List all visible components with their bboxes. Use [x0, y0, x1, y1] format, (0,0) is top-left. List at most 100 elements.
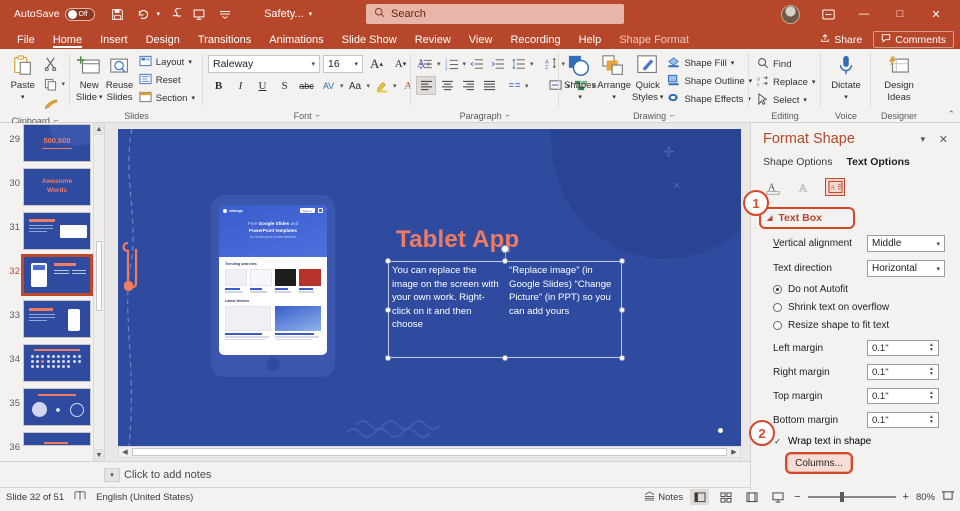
language-indicator[interactable]: English (United States) — [96, 492, 193, 503]
resize-handle-nw[interactable] — [385, 258, 391, 264]
shapes-button[interactable]: Shapes ▾ — [564, 51, 596, 103]
italic-button[interactable]: I — [230, 76, 251, 96]
font-size-caret[interactable]: ▾ — [354, 60, 358, 68]
collapse-ribbon-icon[interactable]: ⌃ — [947, 109, 955, 120]
zoom-in-button[interactable]: + — [903, 491, 909, 503]
thumbnail-item-29[interactable]: 29 500,000 — [0, 123, 104, 165]
reuse-slides-button[interactable]: Reuse Slides — [105, 51, 133, 103]
autofit-option-do-not-autofit[interactable]: Do not Autofit — [763, 284, 948, 295]
thumbnail-image-selected[interactable] — [21, 254, 93, 296]
slide-canvas[interactable]: ✛ ✕ slidesgo Sign in Free Google Slides … — [118, 129, 741, 455]
autosave-control[interactable]: AutoSave Off — [14, 7, 95, 21]
slideshow-icon[interactable] — [768, 489, 787, 505]
tab-shape-options[interactable]: Shape Options — [763, 156, 832, 168]
bullets-icon[interactable] — [416, 54, 436, 73]
text-direction-icon[interactable]: AZ — [541, 54, 561, 73]
tablet-image[interactable]: slidesgo Sign in Free Google Slides and — [211, 195, 335, 377]
text-effects-icon[interactable]: A — [794, 178, 814, 196]
spinner-icon[interactable]: ▲ ▼ — [929, 415, 934, 425]
thumbnail-image[interactable] — [23, 212, 91, 250]
paragraph-dialog-launcher[interactable]: ⌐ — [506, 109, 511, 123]
right-margin-input[interactable]: 0.1" ▲ ▼ — [867, 364, 939, 380]
close-button[interactable]: ✕ — [918, 0, 954, 28]
shapes-caret[interactable]: ▾ — [578, 92, 582, 103]
align-left-icon[interactable] — [416, 76, 436, 95]
resize-handle-e[interactable] — [619, 306, 625, 313]
text-fill-outline-icon[interactable]: A — [763, 178, 783, 196]
spinner-icon[interactable]: ▲ ▼ — [929, 343, 934, 353]
increase-font-size-icon[interactable]: A ▴ — [366, 54, 387, 74]
dictate-caret[interactable]: ▾ — [844, 92, 848, 103]
resize-handle-n[interactable] — [502, 258, 508, 264]
thumbnail-item-36[interactable]: 36 — [0, 429, 104, 456]
thumbnail-item-31[interactable]: 31 — [0, 209, 104, 253]
font-size-input[interactable]: 16 ▾ — [323, 55, 363, 73]
tab-view[interactable]: View — [460, 34, 502, 49]
text-highlight-color-icon[interactable] — [371, 76, 392, 96]
thumbnail-item-30[interactable]: 30 Awesome Words — [0, 165, 104, 209]
tab-animations[interactable]: Animations — [260, 34, 332, 49]
decrease-font-size-icon[interactable]: A ▾ — [390, 54, 411, 74]
autofit-option-resize-shape[interactable]: Resize shape to fit text — [763, 320, 948, 331]
zoom-slider-knob[interactable] — [839, 492, 844, 502]
thumbnail-scroll-down-icon[interactable]: ▼ — [94, 449, 104, 461]
font-name-caret[interactable]: ▾ — [311, 60, 315, 68]
cut-icon[interactable] — [40, 54, 61, 74]
wrap-text-row[interactable]: ✓ Wrap text in shape — [763, 436, 948, 447]
section-button[interactable]: Section ▾ — [136, 89, 198, 107]
text-box-section-header[interactable]: ◢ Text Box — [759, 207, 855, 229]
numbering-caret[interactable]: ▾ — [463, 60, 467, 68]
customize-quick-access-icon[interactable] — [212, 3, 238, 25]
tab-slide-show[interactable]: Slide Show — [333, 34, 406, 49]
textbox-icon[interactable]: A — [825, 178, 845, 196]
scroll-right-icon[interactable]: ▶ — [728, 448, 740, 456]
maximize-button[interactable]: □ — [882, 0, 918, 28]
shape-fill-button[interactable]: Shape Fill ▾ — [664, 54, 755, 72]
slide-thumbnail-panel[interactable]: 29 500,000 30 Awesome Words 31 32 33 34 … — [0, 123, 105, 461]
thumbnail-image[interactable] — [23, 344, 91, 382]
thumbnail-item-33[interactable]: 33 — [0, 297, 104, 341]
thumbnail-scrollbar[interactable]: ▲ ▼ — [93, 123, 104, 461]
tab-transitions[interactable]: Transitions — [189, 34, 260, 49]
thumbnail-scroll-thumb[interactable] — [96, 241, 102, 311]
left-margin-input[interactable]: 0.1" ▲ ▼ — [867, 340, 939, 356]
line-spacing-caret[interactable]: ▾ — [530, 60, 534, 68]
increase-indent-icon[interactable] — [488, 54, 508, 73]
new-slide-button[interactable]: New Slide ▾ — [75, 51, 103, 103]
tab-insert[interactable]: Insert — [91, 34, 137, 49]
thumbnail-image[interactable] — [23, 432, 91, 446]
tab-text-options[interactable]: Text Options — [846, 156, 909, 168]
thumbnail-item-34[interactable]: 34 — [0, 341, 104, 385]
pane-options-icon[interactable]: ▼ — [919, 135, 927, 144]
layout-button[interactable]: Layout ▾ — [136, 53, 198, 71]
change-case-button[interactable]: Aa — [345, 76, 366, 96]
thumbnail-scroll-up-icon[interactable]: ▲ — [94, 123, 104, 135]
vertical-alignment-select[interactable]: Middle ▾ — [867, 235, 945, 252]
comments-button[interactable]: Comments — [873, 31, 954, 48]
tab-home[interactable]: Home — [44, 34, 91, 49]
highlight-caret[interactable]: ▾ — [393, 82, 397, 90]
copy-icon[interactable] — [40, 74, 61, 94]
dictate-button[interactable]: Dictate ▾ — [826, 51, 866, 103]
design-ideas-button[interactable]: Design Ideas — [876, 51, 922, 103]
zoom-slider[interactable] — [807, 492, 896, 502]
thumbnail-image[interactable]: Awesome Words — [23, 168, 91, 206]
drawing-dialog-launcher[interactable]: ⌐ — [670, 109, 675, 123]
font-name-input[interactable]: Raleway ▾ — [208, 55, 320, 73]
align-right-icon[interactable] — [458, 76, 478, 95]
thumbnail-image[interactable] — [23, 300, 91, 338]
tab-help[interactable]: Help — [570, 34, 611, 49]
columns-button[interactable]: Columns... — [785, 452, 853, 474]
replace-button[interactable]: ac Replace ▾ — [754, 73, 818, 91]
line-spacing-icon[interactable] — [509, 54, 529, 73]
tab-review[interactable]: Review — [406, 34, 460, 49]
format-painter-icon[interactable] — [40, 94, 61, 114]
character-spacing-caret[interactable]: ▾ — [340, 82, 344, 90]
tab-design[interactable]: Design — [137, 34, 189, 49]
notes-collapse-icon[interactable]: ▾ — [104, 467, 120, 482]
bottom-margin-input[interactable]: 0.1" ▲ ▼ — [867, 412, 939, 428]
search-input[interactable]: Search — [366, 4, 624, 24]
font-dialog-launcher[interactable]: ⌐ — [316, 109, 321, 123]
redo-icon[interactable] — [160, 3, 186, 25]
user-avatar[interactable] — [781, 4, 800, 24]
